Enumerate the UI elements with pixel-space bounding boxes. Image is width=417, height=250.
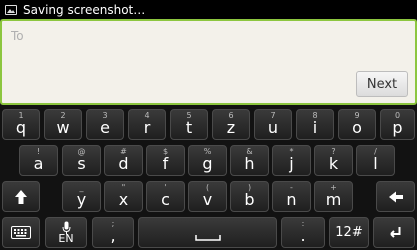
key-v[interactable]: ( v xyxy=(188,181,227,212)
key-m[interactable]: + m xyxy=(314,181,353,212)
key-a[interactable]: ! a xyxy=(19,145,58,176)
key-label: l xyxy=(373,154,378,173)
key-label: a xyxy=(33,154,44,173)
key-j[interactable]: * j xyxy=(272,145,311,176)
key-label: d xyxy=(118,154,129,173)
status-text: Saving screenshot… xyxy=(23,2,146,17)
key-label: m xyxy=(325,190,342,209)
space-key[interactable] xyxy=(138,217,277,248)
compose-area: Next xyxy=(0,19,417,105)
key-label: z xyxy=(226,118,236,137)
key-label: h xyxy=(244,154,255,173)
key-c[interactable]: ' c xyxy=(146,181,185,212)
key-label: q xyxy=(15,118,27,137)
key-label: u xyxy=(267,118,279,137)
key-label: j xyxy=(289,154,294,173)
key-p[interactable]: 0 p xyxy=(380,109,415,140)
key-n[interactable]: - n xyxy=(272,181,311,212)
key-e[interactable]: 3 e xyxy=(86,109,124,140)
keyboard-icon xyxy=(3,218,39,247)
key-label: . xyxy=(300,226,306,245)
comma-key[interactable]: ; , xyxy=(92,217,134,248)
key-w[interactable]: 2 w xyxy=(44,109,82,140)
key-label: i xyxy=(312,118,318,137)
key-label: w xyxy=(56,118,70,137)
key-b[interactable]: ) b xyxy=(230,181,269,212)
key-label: r xyxy=(143,118,151,137)
key-label: , xyxy=(110,226,116,245)
language-mic-key[interactable]: EN xyxy=(45,217,87,248)
to-field[interactable] xyxy=(9,25,293,47)
key-label: s xyxy=(77,154,86,173)
image-icon xyxy=(5,4,17,15)
key-label: t xyxy=(185,118,193,137)
period-key[interactable]: : . xyxy=(281,217,325,248)
keyboard-settings-key[interactable] xyxy=(2,217,40,248)
symbols-key[interactable]: 12# xyxy=(329,217,369,248)
key-q[interactable]: 1 q xyxy=(2,109,40,140)
key-label: c xyxy=(161,190,170,209)
shift-arrow-icon xyxy=(3,182,39,211)
key-l[interactable]: / l xyxy=(356,145,395,176)
key-i[interactable]: 8 i xyxy=(296,109,334,140)
key-label: o xyxy=(352,118,362,137)
key-t[interactable]: 5 t xyxy=(170,109,208,140)
space-bar-icon xyxy=(139,218,276,247)
keyboard: 1 q 2 w 3 e 4 r 5 t 6 z 7 u 8 i 9 o 0 p … xyxy=(0,105,417,250)
key-u[interactable]: 7 u xyxy=(254,109,292,140)
enter-key[interactable] xyxy=(373,217,415,248)
key-h[interactable]: & h xyxy=(230,145,269,176)
key-g[interactable]: % g xyxy=(188,145,227,176)
key-label: v xyxy=(202,190,213,209)
shift-key[interactable] xyxy=(2,181,40,212)
backspace-key[interactable] xyxy=(376,181,415,212)
enter-icon xyxy=(374,218,414,247)
key-label: y xyxy=(76,190,87,209)
key-y[interactable]: _ y xyxy=(62,181,101,212)
key-label: g xyxy=(202,154,213,173)
key-label: k xyxy=(328,154,339,173)
key-f[interactable]: $ f xyxy=(146,145,185,176)
key-d[interactable]: # d xyxy=(104,145,143,176)
backspace-arrow-icon xyxy=(377,182,414,211)
key-label: x xyxy=(118,190,129,209)
key-label: n xyxy=(286,190,297,209)
key-s[interactable]: @ s xyxy=(62,145,101,176)
language-label: EN xyxy=(58,232,74,245)
key-label: p xyxy=(392,118,403,137)
symbols-label: 12# xyxy=(335,225,363,240)
next-button[interactable]: Next xyxy=(356,71,408,97)
key-r[interactable]: 4 r xyxy=(128,109,166,140)
key-label: e xyxy=(100,118,110,137)
key-x[interactable]: " x xyxy=(104,181,143,212)
key-o[interactable]: 9 o xyxy=(338,109,376,140)
key-label: f xyxy=(162,154,169,173)
key-label: b xyxy=(244,190,255,209)
key-k[interactable]: ? k xyxy=(314,145,353,176)
key-z[interactable]: 6 z xyxy=(212,109,250,140)
status-bar: Saving screenshot… xyxy=(0,0,417,19)
